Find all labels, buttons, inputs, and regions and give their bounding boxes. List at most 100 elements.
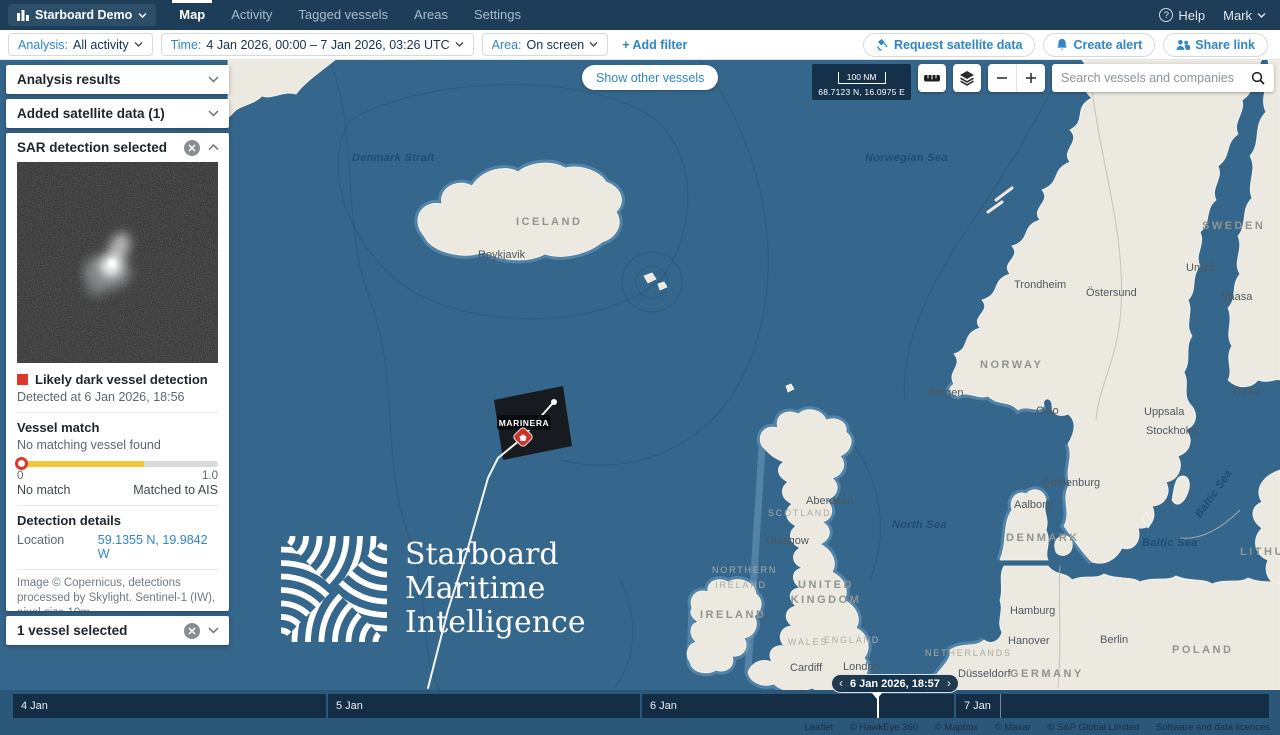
scale-min: 0 bbox=[17, 470, 23, 482]
timeline-scrubber[interactable]: 4 Jan 5 Jan 6 Jan 7 Jan Leaflet © HawkEy… bbox=[0, 690, 1280, 735]
help-button[interactable]: ? Help bbox=[1159, 8, 1205, 23]
attribution-sp-global: © S&P Global Limited bbox=[1047, 722, 1139, 733]
attribution-licences-link[interactable]: Software and data licences bbox=[1156, 722, 1270, 733]
analysis-filter-value: All activity bbox=[73, 38, 129, 52]
vessel-selected-header[interactable]: 1 vessel selected bbox=[6, 616, 229, 645]
nav-tabs: Map Activity Tagged vessels Areas Settin… bbox=[166, 0, 534, 30]
map-controls: 100 NM 68.7123 N, 16.0975 E bbox=[812, 64, 1274, 100]
layers-button[interactable] bbox=[953, 64, 981, 92]
timeline-day-cell[interactable]: 4 Jan bbox=[13, 694, 326, 718]
chevron-up-icon[interactable] bbox=[208, 144, 219, 151]
timeline-day-cell[interactable]: 7 Jan bbox=[956, 694, 1269, 718]
vessel-selected-title: 1 vessel selected bbox=[17, 623, 184, 638]
people-icon bbox=[1176, 39, 1190, 51]
map-label-trondheim: Trondheim bbox=[1014, 279, 1066, 291]
map-label-sweden: SWEDEN bbox=[1202, 220, 1265, 232]
show-other-vessels-button[interactable]: Show other vessels bbox=[582, 65, 718, 90]
location-row: Location 59.1355 N, 19.9842 W bbox=[17, 533, 218, 561]
detection-legend-label: Likely dark vessel detection bbox=[35, 372, 208, 387]
added-satellite-title: Added satellite data (1) bbox=[17, 106, 208, 121]
match-score-slider bbox=[17, 461, 218, 467]
map-label-bergen: Bergen bbox=[928, 387, 963, 399]
timeline-range-end-marker bbox=[1000, 694, 1001, 718]
nav-right: ? Help Mark bbox=[1159, 8, 1280, 23]
chevron-down-icon bbox=[138, 13, 147, 18]
add-filter-button[interactable]: + Add filter bbox=[622, 38, 687, 52]
create-alert-button[interactable]: Create alert bbox=[1043, 33, 1155, 57]
map-label-vaasa: Vaasa bbox=[1222, 291, 1252, 303]
chevron-down-icon[interactable] bbox=[208, 76, 219, 83]
sar-detection-image bbox=[17, 162, 218, 363]
map-label-berlin: Berlin bbox=[1100, 634, 1128, 646]
scale-min-label: No match bbox=[17, 483, 71, 497]
filter-actions: Request satellite data Create alert Shar… bbox=[863, 33, 1280, 57]
area-filter[interactable]: Area: On screen bbox=[482, 33, 609, 56]
map-label-cardiff: Cardiff bbox=[790, 662, 822, 674]
time-filter-value: 4 Jan 2026, 00:00 – 7 Jan 2026, 03:26 UT… bbox=[206, 38, 449, 52]
location-link[interactable]: 59.1355 N, 19.9842 W bbox=[98, 533, 218, 561]
timeline-current-label: 6 Jan 2026, 18:57 bbox=[850, 678, 940, 690]
map-canvas[interactable]: Denmark Strait Norwegian Sea ICELAND Rey… bbox=[0, 60, 1280, 690]
tab-settings[interactable]: Settings bbox=[461, 0, 534, 30]
zoom-out-button[interactable] bbox=[988, 64, 1017, 92]
map-label-aberdeen: Aberdeen bbox=[806, 495, 854, 507]
chevron-down-icon bbox=[455, 42, 464, 47]
ruler-icon bbox=[923, 69, 941, 87]
zoom-in-button[interactable] bbox=[1017, 64, 1045, 92]
analysis-filter-label: Analysis: bbox=[18, 38, 68, 52]
vessel-selected-panel: 1 vessel selected bbox=[6, 616, 229, 645]
user-menu[interactable]: Mark bbox=[1223, 8, 1266, 23]
chevron-down-icon[interactable] bbox=[208, 627, 219, 634]
map-label-denmark: DENMARK bbox=[1006, 532, 1080, 544]
share-link-button[interactable]: Share link bbox=[1163, 33, 1268, 57]
measure-tool-button[interactable] bbox=[918, 64, 946, 92]
map-label-oslo: Oslo bbox=[1036, 405, 1059, 417]
tab-activity[interactable]: Activity bbox=[218, 0, 285, 30]
chevron-down-icon[interactable] bbox=[208, 110, 219, 117]
map-label-north-sea: North Sea bbox=[892, 519, 947, 531]
map-label-england: ENGLAND bbox=[824, 635, 880, 645]
map-label-denmark-strait: Denmark Strait bbox=[352, 152, 434, 164]
zoom-controls bbox=[988, 64, 1045, 92]
map-label-baltic-sea: Baltic Sea bbox=[1142, 537, 1198, 549]
tab-areas[interactable]: Areas bbox=[401, 0, 461, 30]
tab-map[interactable]: Map bbox=[166, 0, 218, 30]
divider bbox=[17, 412, 218, 413]
image-attribution: Image © Copernicus, detections processed… bbox=[17, 576, 218, 611]
satellite-icon bbox=[876, 38, 889, 51]
map-label-uppsala: Uppsala bbox=[1144, 406, 1184, 418]
filter-bar: Analysis: All activity Time: 4 Jan 2026,… bbox=[0, 30, 1280, 60]
workspace-name: Starboard Demo bbox=[35, 8, 132, 22]
map-label-reykjavik: Reykjavik bbox=[478, 249, 525, 261]
help-icon: ? bbox=[1159, 8, 1173, 22]
analysis-filter[interactable]: Analysis: All activity bbox=[8, 33, 153, 56]
chevron-down-icon bbox=[1257, 13, 1266, 18]
timeline-next-button[interactable]: › bbox=[947, 675, 951, 692]
map-label-germany: GERMANY bbox=[1010, 668, 1084, 680]
close-icon[interactable] bbox=[184, 140, 200, 156]
match-score-handle[interactable] bbox=[15, 457, 28, 470]
analysis-results-header[interactable]: Analysis results bbox=[6, 65, 229, 94]
ship-icon bbox=[520, 434, 527, 441]
chevron-down-icon bbox=[134, 42, 143, 47]
request-satellite-data-button[interactable]: Request satellite data bbox=[863, 33, 1036, 57]
attribution-leaflet: Leaflet bbox=[805, 722, 834, 733]
tab-tagged-vessels[interactable]: Tagged vessels bbox=[285, 0, 401, 30]
time-filter-label: Time: bbox=[171, 38, 202, 52]
search-icon bbox=[1251, 71, 1265, 85]
workspace-switcher[interactable]: Starboard Demo bbox=[8, 4, 156, 26]
detection-legend: Likely dark vessel detection bbox=[17, 372, 218, 387]
attribution-mapbox: © Mapbox bbox=[935, 722, 978, 733]
scale-bar: 100 NM bbox=[838, 72, 886, 84]
added-satellite-header[interactable]: Added satellite data (1) bbox=[6, 99, 229, 128]
close-icon[interactable] bbox=[184, 623, 200, 639]
timeline-prev-button[interactable]: ‹ bbox=[839, 675, 843, 692]
starboard-logo-mark-icon bbox=[281, 536, 387, 642]
attribution-maxar: © Maxar bbox=[995, 722, 1031, 733]
time-filter[interactable]: Time: 4 Jan 2026, 00:00 – 7 Jan 2026, 03… bbox=[161, 33, 474, 56]
sar-detection-header[interactable]: SAR detection selected bbox=[6, 133, 229, 162]
search-input[interactable] bbox=[1061, 71, 1251, 85]
timeline-day-cell[interactable]: 5 Jan bbox=[328, 694, 640, 718]
timeline-day-cell[interactable]: 6 Jan bbox=[642, 694, 954, 718]
sar-detection-title: SAR detection selected bbox=[17, 140, 184, 155]
